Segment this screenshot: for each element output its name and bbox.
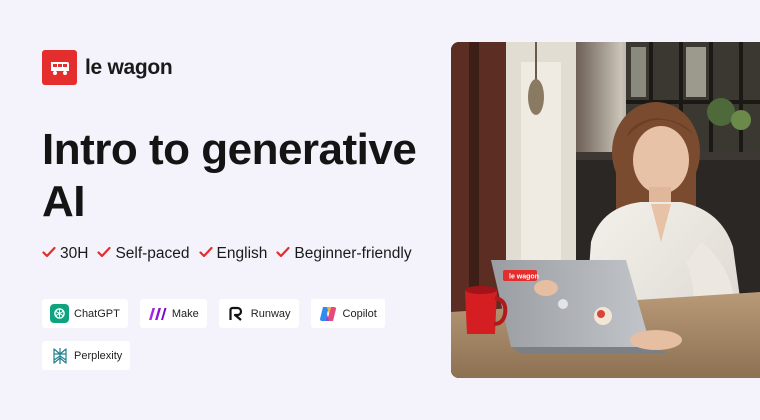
tool-chip-copilot: Copilot [310, 299, 385, 328]
feature-item: English [198, 245, 268, 263]
tool-label: Make [171, 307, 199, 320]
tool-list: ChatGPT Make Runway Copilot Perplexity [42, 299, 422, 370]
tool-label: ChatGPT [74, 307, 120, 320]
feature-list: 30H Self-paced English Beginner-friendly [42, 245, 412, 263]
check-icon [198, 245, 213, 263]
feature-item: Self-paced [97, 245, 190, 263]
check-icon [42, 245, 56, 263]
tool-label: Copilot [342, 307, 377, 320]
wagon-icon [42, 50, 77, 85]
laptop-sticker-text: le wagon [509, 274, 539, 281]
chatgpt-icon [50, 304, 69, 323]
tool-chip-make: Make [139, 299, 207, 328]
perplexity-icon [50, 346, 69, 365]
tool-chip-perplexity: Perplexity [42, 341, 131, 370]
feature-label: 30H [60, 245, 89, 262]
feature-item: 30H [42, 245, 88, 263]
check-icon [276, 245, 290, 263]
brand-name: le wagon [85, 55, 173, 79]
check-icon [97, 245, 112, 263]
feature-label: English [216, 245, 268, 262]
runway-icon [227, 304, 246, 323]
hero-photo: le wagon [451, 42, 760, 378]
make-icon [148, 304, 167, 323]
feature-label: Beginner-friendly [294, 245, 412, 262]
course-title: Intro to generative AI [42, 125, 417, 226]
tool-chip-runway: Runway [218, 299, 299, 328]
feature-label: Self-paced [115, 245, 190, 262]
tool-label: Perplexity [74, 349, 123, 362]
feature-item: Beginner-friendly [276, 245, 412, 263]
tool-label: Runway [250, 307, 291, 320]
brand: le wagon [42, 50, 173, 85]
tool-chip-chatgpt: ChatGPT [42, 299, 128, 328]
copilot-icon [319, 304, 338, 323]
